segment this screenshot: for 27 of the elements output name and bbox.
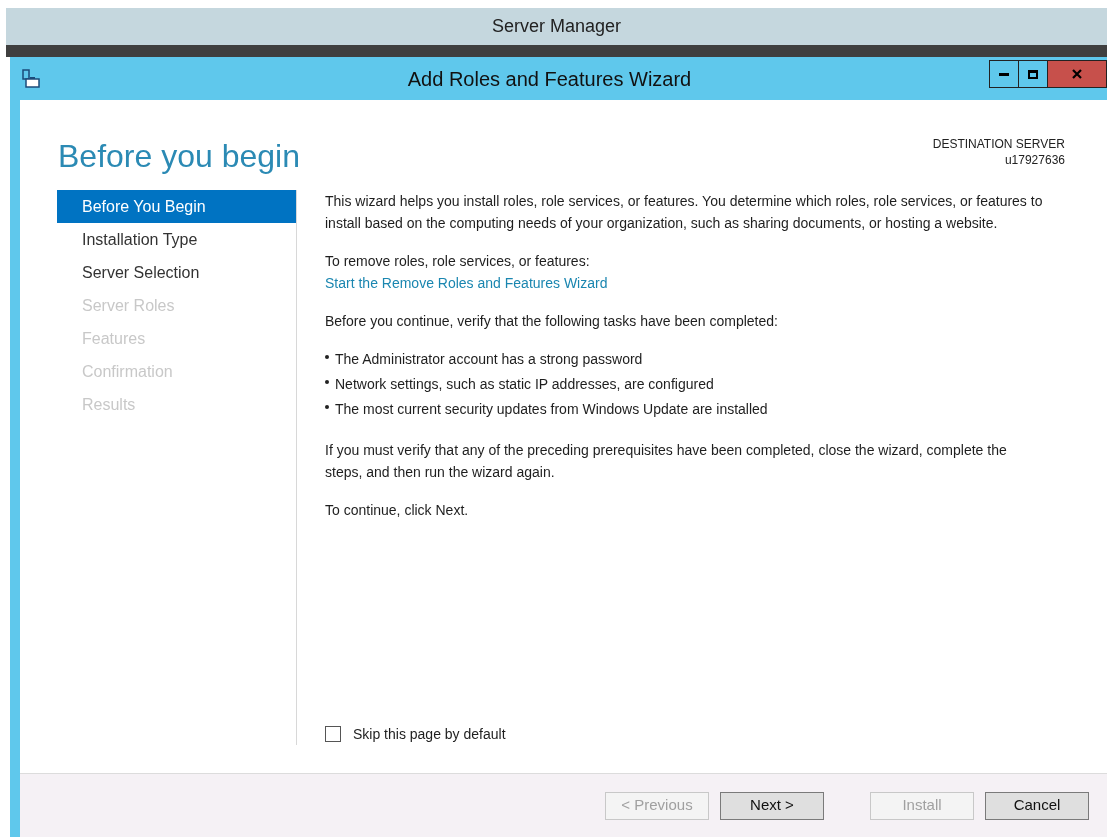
skip-checkbox[interactable] xyxy=(325,726,341,742)
wizard-button[interactable]: Cancel xyxy=(985,791,1089,820)
server-manager-title-bar: Server Manager xyxy=(6,8,1107,45)
wizard-title: Add Roles and Features Wizard xyxy=(407,66,692,92)
bullet-text: The most current security updates from Windows Update are installed xyxy=(335,400,768,419)
close-button[interactable] xyxy=(1048,61,1106,87)
paragraph: To remove roles, role services, or features: xyxy=(325,252,590,271)
paragraph: This wizard helps you install roles, role services, or features. You determine which roles, role services, or features to install based on the computing needs of your organization, such as sharing documents, or hosting a website. xyxy=(325,192,1044,233)
bullet-icon xyxy=(325,405,329,409)
wizard-step[interactable]: Installation Type xyxy=(57,223,296,256)
destination-server: u17927636 xyxy=(1004,152,1065,168)
paragraph: Before you continue, verify that the following tasks have been completed: xyxy=(325,312,779,331)
bullet-icon xyxy=(325,355,329,359)
checkbox-label: Skip this page by default xyxy=(353,725,506,744)
bullet-text: The Administrator account has a strong password xyxy=(335,350,643,369)
bullet-icon xyxy=(325,380,329,384)
paragraph: To continue, click Next. xyxy=(325,501,470,520)
remove-wizard-link[interactable]: Start the Remove Roles and Features Wizard xyxy=(325,272,608,294)
paragraph: If you must verify that any of the preceding prerequisites have been completed, close the wizard, complete the steps, and then run the wizard again. xyxy=(325,441,1008,482)
destination-label: DESTINATION SERVER xyxy=(932,136,1065,152)
wizard-app-icon xyxy=(22,69,40,89)
bullet-text: Network settings, such as static IP addresses, are configured xyxy=(335,375,714,394)
close-icon xyxy=(1072,69,1082,79)
wizard-button[interactable]: Next > xyxy=(720,791,824,820)
page-title: Before you begin xyxy=(58,137,300,176)
wizard-step[interactable]: Server Selection xyxy=(57,256,296,289)
wizard-step[interactable]: Before You Begin xyxy=(57,190,296,223)
